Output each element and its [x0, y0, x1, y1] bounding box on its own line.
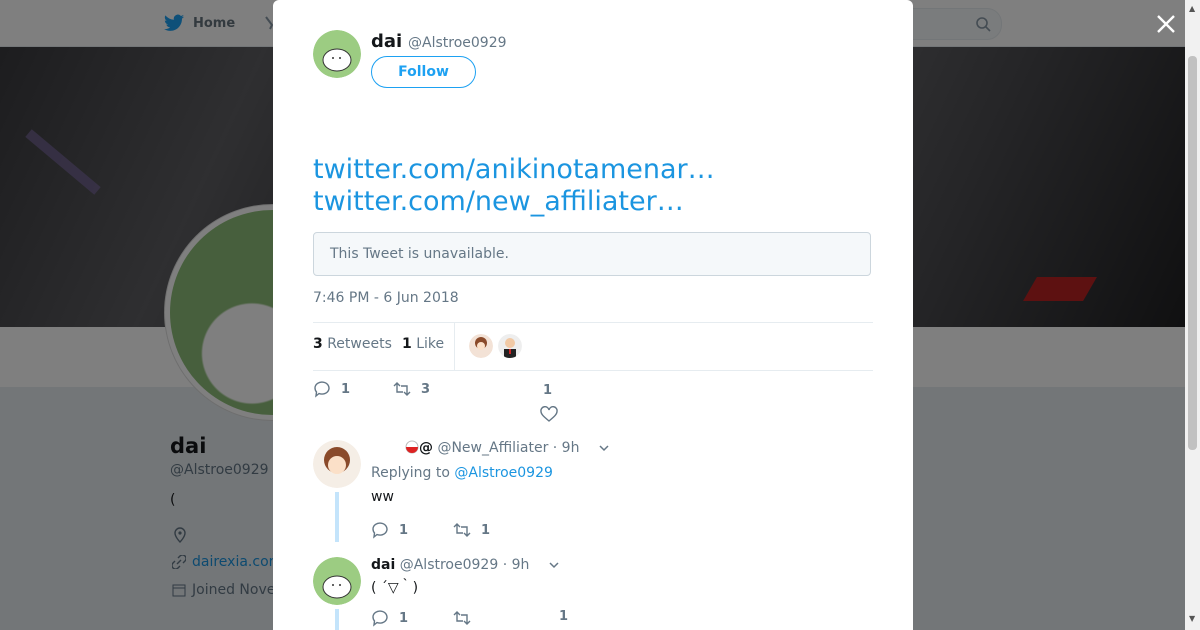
heart-icon[interactable] — [540, 406, 558, 424]
retweet-action[interactable] — [453, 609, 471, 627]
reply-author-handle[interactable]: @New_Affiliater — [437, 440, 548, 456]
retweets-stat[interactable]: 3 Retweets — [313, 336, 392, 352]
reply-action[interactable]: 1 — [371, 521, 408, 539]
close-icon[interactable] — [1154, 12, 1178, 36]
tweet-stats: 3 Retweets 1 Like — [313, 322, 873, 371]
liker-avatar[interactable] — [498, 334, 522, 358]
retweets-label: Retweets — [327, 336, 392, 352]
reply-count: 1 — [399, 522, 409, 538]
retweets-count: 3 — [313, 336, 323, 352]
reply-author-handle[interactable]: @Alstroe0929 — [400, 557, 499, 573]
cat-avatar-icon — [313, 30, 361, 78]
like-count: 1 — [559, 609, 569, 624]
replying-to-prefix: Replying to — [371, 465, 450, 481]
reply-header: @ @New_Affiliater · 9h — [371, 440, 610, 456]
liker-avatar[interactable] — [469, 334, 493, 358]
quoted-tweet-unavailable: This Tweet is unavailable. — [313, 232, 871, 276]
tweet-author-name[interactable]: dai — [371, 31, 402, 52]
page-scrollbar[interactable]: ▲ ▼ — [1185, 0, 1200, 630]
retweet-count: 3 — [421, 381, 431, 397]
retweet-action[interactable]: 1 — [453, 521, 490, 539]
tweet-modal: dai @Alstroe0929 Follow twitter.com/anik… — [273, 0, 913, 630]
chevron-down-icon[interactable] — [598, 442, 610, 454]
tweet-actions: 1 3 1 — [313, 380, 873, 422]
like-count: 1 — [543, 383, 553, 398]
reply-author-avatar[interactable] — [313, 557, 361, 605]
likes-label: Like — [416, 336, 445, 352]
reply-author-avatar[interactable] — [313, 440, 361, 488]
reply-count: 1 — [399, 610, 409, 626]
tweet-link-2[interactable]: twitter.com/new_affiliater… — [313, 186, 684, 217]
reply-author-name[interactable]: @ — [419, 440, 433, 456]
reply-text: ww — [371, 489, 394, 505]
reply-time[interactable]: · 9h — [503, 557, 530, 573]
girl-avatar-icon — [313, 440, 361, 488]
reply-tweet[interactable]: dai @Alstroe0929 · 9h ( ´▽｀) 1 1 — [313, 557, 873, 630]
retweet-action[interactable]: 3 — [393, 380, 430, 398]
tweet-timestamp[interactable]: 7:46 PM - 6 Jun 2018 — [313, 290, 459, 306]
scroll-down-arrow-icon[interactable]: ▼ — [1189, 614, 1195, 623]
reply-icon — [372, 522, 388, 539]
scrollbar-thumb[interactable] — [1188, 56, 1197, 450]
chevron-down-icon[interactable] — [548, 559, 560, 571]
reply-time[interactable]: · 9h — [553, 440, 580, 456]
cat-avatar-icon — [313, 557, 361, 605]
likes-stat[interactable]: 1 Like — [402, 336, 444, 352]
follow-button[interactable]: Follow — [371, 56, 476, 88]
reply-action[interactable]: 1 — [313, 380, 350, 398]
flag-emoji-icon — [405, 440, 419, 454]
reply-count: 1 — [341, 381, 351, 397]
stats-divider — [454, 323, 455, 370]
reply-icon — [314, 381, 330, 398]
reply-action[interactable]: 1 — [371, 609, 408, 627]
reply-icon — [372, 610, 388, 627]
retweet-icon — [453, 611, 471, 625]
replying-to: Replying to @Alstroe0929 — [371, 465, 553, 481]
thread-line — [335, 609, 339, 630]
likes-count: 1 — [402, 336, 412, 352]
replying-to-handle[interactable]: @Alstroe0929 — [454, 465, 553, 481]
retweet-icon — [393, 382, 411, 396]
tweet-link-1[interactable]: twitter.com/anikinotamenar… — [313, 154, 715, 185]
reply-author-name[interactable]: dai — [371, 557, 395, 573]
reply-tweet[interactable]: @ @New_Affiliater · 9h Replying to @Alst… — [313, 440, 873, 542]
tweet-author-handle[interactable]: @Alstroe0929 — [408, 35, 507, 51]
scroll-up-arrow-icon[interactable]: ▲ — [1189, 4, 1195, 13]
like-action[interactable]: 1 — [559, 609, 568, 624]
tweet-author-avatar[interactable] — [313, 30, 361, 78]
thread-line — [335, 492, 339, 542]
liker-avatars — [469, 334, 522, 358]
retweet-count: 1 — [481, 522, 491, 538]
reply-header: dai @Alstroe0929 · 9h — [371, 557, 560, 573]
retweet-icon — [453, 523, 471, 537]
reply-text: ( ´▽｀) — [371, 580, 419, 596]
